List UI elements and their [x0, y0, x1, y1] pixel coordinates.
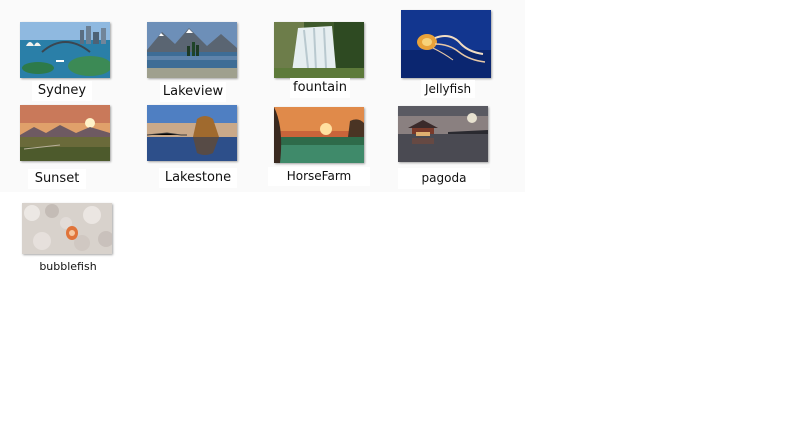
file-item-jellyfish[interactable]: Jellyfish	[401, 10, 492, 100]
file-name-label[interactable]: Sunset	[28, 169, 86, 189]
file-name-label[interactable]: Sydney	[32, 81, 92, 101]
file-item-sunset[interactable]: Sunset	[20, 105, 111, 190]
file-name-label[interactable]: bubblefish	[34, 257, 102, 277]
file-name-label[interactable]: Lakeview	[160, 82, 226, 102]
file-item-horsefarm[interactable]: HorseFarm	[268, 107, 370, 187]
mountain-lake-thumbnail[interactable]	[147, 22, 237, 78]
file-item-fountain[interactable]: fountain	[274, 22, 365, 102]
file-name-label[interactable]: fountain	[290, 78, 350, 98]
sunset-field-thumbnail[interactable]	[20, 105, 110, 161]
bubblefish-thumbnail[interactable]	[22, 203, 112, 254]
file-item-sydney[interactable]: Sydney	[20, 22, 111, 102]
file-item-pagoda[interactable]: pagoda	[398, 106, 490, 190]
sydney-harbour-thumbnail[interactable]	[20, 22, 110, 78]
file-browser-canvas: Sydney Lakeview fountain Jellyfish Sunse…	[0, 0, 792, 429]
pagoda-thumbnail[interactable]	[398, 106, 488, 162]
file-name-label[interactable]: Lakestone	[159, 168, 237, 188]
file-name-label[interactable]: Jellyfish	[421, 80, 475, 98]
file-name-label[interactable]: HorseFarm	[268, 167, 370, 186]
file-item-lakestone[interactable]: Lakestone	[147, 105, 238, 188]
rock-lake-thumbnail[interactable]	[147, 105, 237, 161]
file-name-label[interactable]: pagoda	[398, 168, 490, 189]
waterfall-thumbnail[interactable]	[274, 22, 364, 78]
file-item-lakeview[interactable]: Lakeview	[147, 22, 238, 102]
file-item-bubblefish[interactable]: bubblefish	[22, 203, 116, 277]
jellyfish-thumbnail[interactable]	[401, 10, 491, 78]
misty-farm-thumbnail[interactable]	[274, 107, 364, 163]
